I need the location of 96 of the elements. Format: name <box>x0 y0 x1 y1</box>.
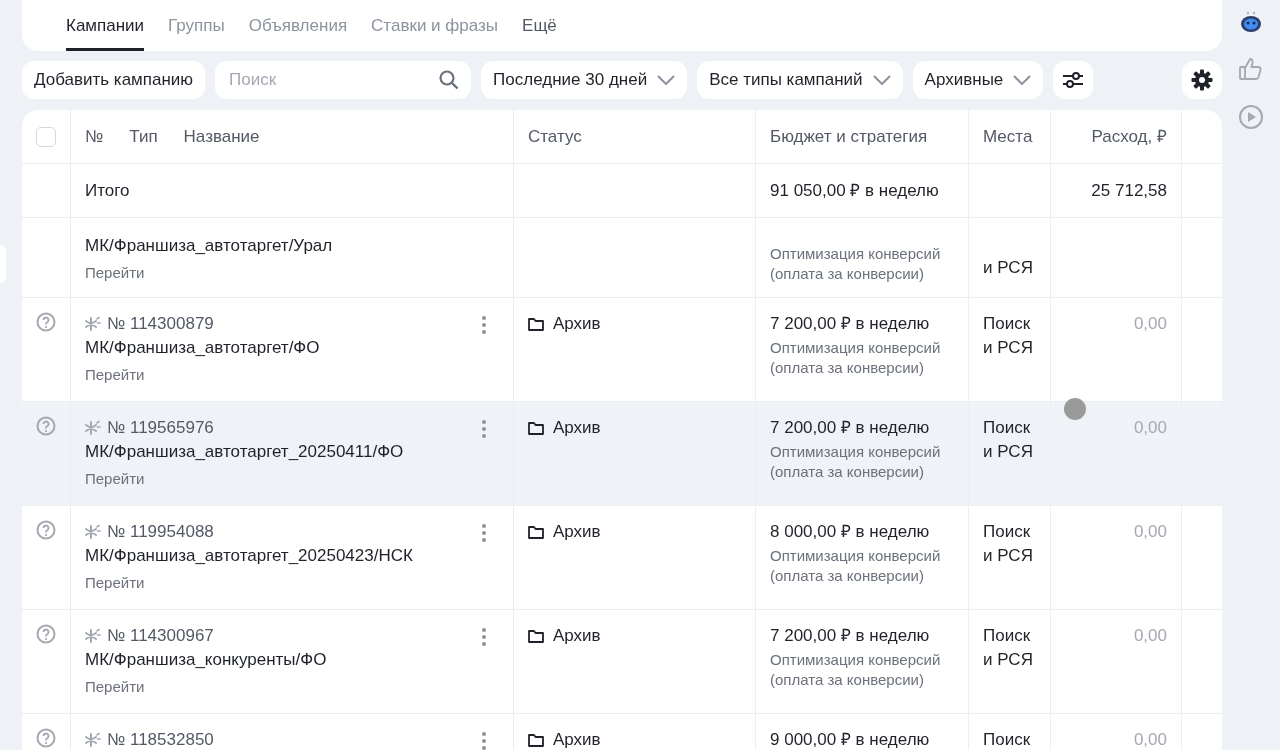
status-text: Архив <box>553 313 601 335</box>
go-link[interactable]: Перейти <box>85 572 145 594</box>
column-header[interactable]: Тип <box>129 123 158 150</box>
campaign-name: МК/Франшиза_автотаргет_20250411/ФО <box>85 441 405 463</box>
status-text: Архив <box>553 521 601 543</box>
column-header[interactable]: Расход, ₽ <box>1091 123 1167 150</box>
status-text: Архив <box>553 417 601 439</box>
sparkle-icon <box>85 628 101 644</box>
strategy-text: Оптимизация конверсий (оплата за конверсии) <box>770 338 942 378</box>
campaign-number: № 114300879 <box>107 313 214 335</box>
filter-dropdown[interactable]: Архивные <box>912 61 1044 99</box>
campaign-name: МК/Франшиза_автотаргет/ФО <box>85 337 321 359</box>
more-menu-icon[interactable] <box>481 315 487 335</box>
placement-text: Поиск и РСЯ <box>983 313 1034 359</box>
search-input[interactable]: Поиск <box>227 66 440 94</box>
strategy-text: Оптимизация конверсий (оплата за конверсии) <box>770 244 942 284</box>
help-icon[interactable] <box>36 624 56 644</box>
chevron-down-icon <box>657 75 676 85</box>
table-row[interactable]: № 119565976 МК/Франшиза_автотаргет_20250411/ФО Перейти Архив 7 200,00 ₽ в неделю Оптимизация конверсий (оплата за конверсии) Поиск и РСЯ 0,00 <box>22 402 1222 506</box>
table-row[interactable]: № 119954088 МК/Франшиза_автотаргет_20250423/НСК Перейти Архив 8 000,00 ₽ в неделю Оптимизация конверсий (оплата за конверсии) Поиск и РСЯ 0,00 <box>22 506 1222 610</box>
campaign-name: МК/Франшиза_автотаргет/Урал <box>85 235 334 257</box>
sparkle-icon <box>85 316 101 332</box>
play-icon[interactable] <box>1238 104 1264 130</box>
budget-text: 8 000,00 ₽ в неделю <box>770 521 931 543</box>
column-header[interactable]: Места <box>983 123 1033 150</box>
column-header[interactable]: Статус <box>528 123 582 150</box>
spend-value: 0,00 <box>1132 625 1167 647</box>
search-icon[interactable] <box>439 70 460 90</box>
help-icon[interactable] <box>36 728 56 748</box>
campaign-number: № 114300967 <box>107 625 214 647</box>
chevron-down-icon <box>872 75 891 85</box>
go-link[interactable]: Перейти <box>85 468 145 490</box>
robot-icon[interactable] <box>1239 10 1263 34</box>
select-all-checkbox[interactable] <box>36 126 56 147</box>
nav-tab[interactable]: Кампании <box>66 15 145 51</box>
totals-label: Итого <box>85 179 130 202</box>
campaign-number: № 119954088 <box>107 521 214 543</box>
go-link[interactable]: Перейти <box>85 364 145 386</box>
status-text: Архив <box>553 625 601 647</box>
filter-dropdown[interactable]: Все типы кампаний <box>697 61 903 99</box>
filter-dropdown[interactable]: Последние 30 дней <box>481 61 688 99</box>
campaign-number: № 118532850 <box>107 729 214 750</box>
folder-icon <box>528 421 544 435</box>
placement-text: Поиск и РСЯ <box>983 521 1034 567</box>
totals-spend: 25 712,58 <box>1091 179 1167 202</box>
gear-icon <box>1191 69 1213 91</box>
budget-text: 9 000,00 ₽ в неделю <box>770 729 931 750</box>
add-campaign-button[interactable]: Добавить кампанию <box>22 61 206 99</box>
placement-text: Поиск <box>983 729 1032 750</box>
placement-text: Поиск и РСЯ <box>983 417 1034 463</box>
status-text: Архив <box>553 729 601 750</box>
table-row[interactable]: МК/Франшиза_автотаргет/Урал Перейти Оптимизация конверсий (оплата за конверсии) и РСЯ <box>22 218 1222 298</box>
budget-text: 7 200,00 ₽ в неделю <box>770 313 931 335</box>
go-link[interactable]: Перейти <box>85 676 145 698</box>
more-menu-icon[interactable] <box>481 731 487 750</box>
more-menu-icon[interactable] <box>481 419 487 439</box>
column-header[interactable]: Бюджет и стратегия <box>770 123 928 150</box>
campaign-number: № 119565976 <box>107 417 214 439</box>
help-icon[interactable] <box>36 312 56 332</box>
strategy-text: Оптимизация конверсий (оплата за конверсии) <box>770 442 942 482</box>
chevron-down-icon <box>1013 75 1032 85</box>
placement-text: и РСЯ <box>983 257 1034 279</box>
more-tab[interactable]: Ещё <box>522 15 557 51</box>
column-header[interactable]: Название <box>183 123 260 150</box>
budget-text: 7 200,00 ₽ в неделю <box>770 417 931 439</box>
folder-icon <box>528 733 544 747</box>
thumbs-up-icon[interactable] <box>1238 56 1264 82</box>
sliders-icon <box>1061 70 1086 90</box>
help-icon[interactable] <box>36 416 56 436</box>
folder-icon <box>528 629 544 643</box>
spend-value: 0,00 <box>1132 417 1167 439</box>
spend-value: 0,00 <box>1132 521 1167 543</box>
totals-budget: 91 050,00 ₽ в неделю <box>770 179 939 202</box>
placement-text: Поиск и РСЯ <box>983 625 1034 671</box>
table-row[interactable]: № 114300967 МК/Франшиза_конкуренты/ФО Перейти Архив 7 200,00 ₽ в неделю Оптимизация конверсий (оплата за конверсии) Поиск и РСЯ 0,00 <box>22 610 1222 714</box>
folder-icon <box>528 525 544 539</box>
spend-value: 0,00 <box>1132 313 1167 335</box>
settings-button[interactable] <box>1182 61 1222 99</box>
column-header[interactable]: № <box>85 123 104 150</box>
campaign-name: МК/Франшиза_автотаргет_20250423/НСК <box>85 545 414 567</box>
more-menu-icon[interactable] <box>481 627 487 647</box>
folder-icon <box>528 317 544 331</box>
search-field[interactable]: Поиск <box>215 61 472 99</box>
help-icon[interactable] <box>36 520 56 540</box>
more-menu-icon[interactable] <box>481 523 487 543</box>
filter-settings-button[interactable] <box>1053 61 1094 99</box>
campaign-name: МК/Франшиза_конкуренты/ФО <box>85 649 328 671</box>
sparkle-icon <box>85 420 101 436</box>
sparkle-icon <box>85 524 101 540</box>
sparkle-icon <box>85 732 101 748</box>
strategy-text: Оптимизация конверсий (оплата за конверсии) <box>770 650 942 690</box>
table-row[interactable]: № 118532850 Архив 9 000,00 ₽ в неделю Поиск 0,00 <box>22 714 1222 750</box>
spend-value: 0,00 <box>1132 729 1167 750</box>
budget-text: 7 200,00 ₽ в неделю <box>770 625 931 647</box>
strategy-text: Оптимизация конверсий (оплата за конверсии) <box>770 546 942 586</box>
go-link[interactable]: Перейти <box>85 262 145 284</box>
